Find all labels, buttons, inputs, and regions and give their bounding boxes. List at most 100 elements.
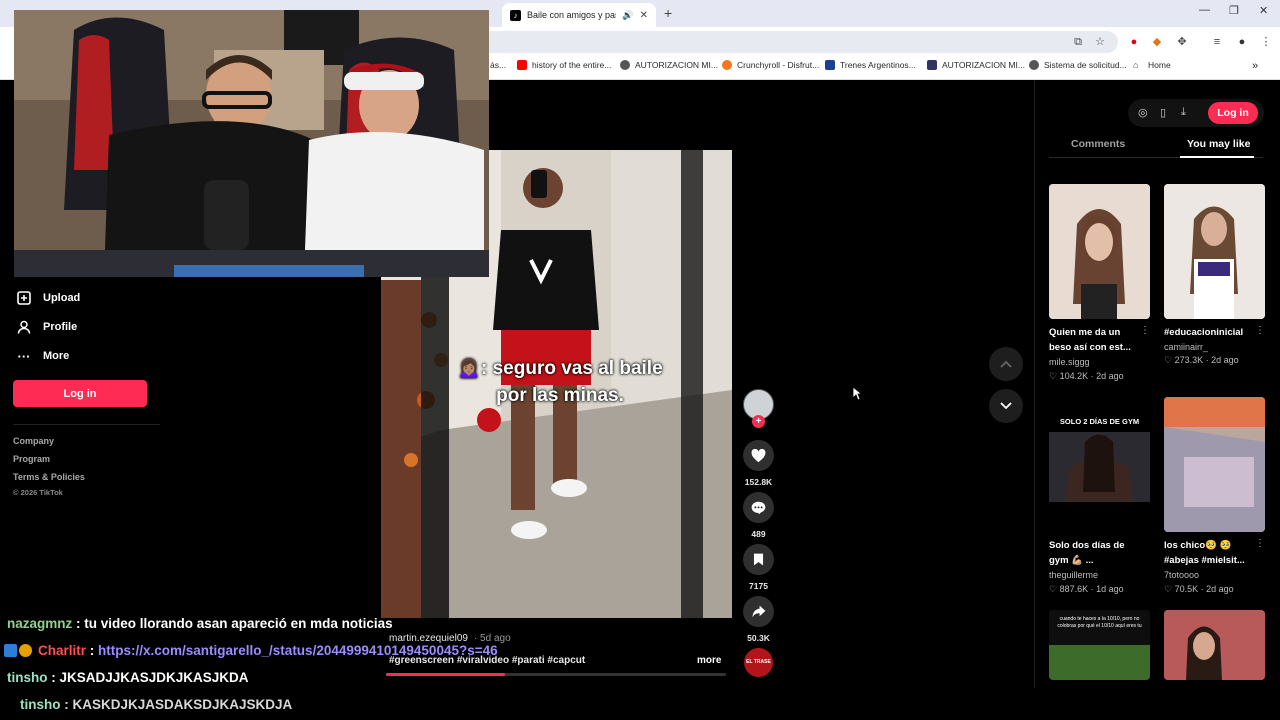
video-progress-bar[interactable] [386,673,726,676]
recommended-title[interactable]: Quien me da un beso así con est... [1049,325,1144,355]
recommended-author[interactable]: 7totoooo [1164,570,1199,580]
video-caption-line1: 🙍🏽‍♀️: seguro vas al baile [457,358,663,379]
crunchyroll-icon [722,60,732,70]
recommended-thumbnail[interactable] [1164,610,1265,680]
recommended-author[interactable]: camiinairr_ [1164,342,1208,352]
more-icon: ··· [17,348,31,364]
recommended-title[interactable]: #educacioninicial [1164,325,1259,340]
restore-icon[interactable]: ❐ [1229,4,1239,17]
recommended-thumbnail[interactable]: cuando te haces a la 10/10, pero no colo… [1049,610,1150,680]
post-age: 2d ago [1206,584,1234,594]
footer-link-program[interactable]: Program [13,454,50,464]
window-close-icon[interactable]: ✕ [1259,4,1268,17]
sidebar-divider [13,424,160,425]
speaker-icon[interactable]: 🔊 [622,10,633,21]
tab-comments[interactable]: Comments [1071,138,1125,150]
next-video-button[interactable] [989,389,1023,423]
globe-icon [620,60,630,70]
bookmark-item[interactable]: Trenes Argentinos... [825,60,916,70]
header-login-button[interactable]: Log in [1208,102,1258,124]
recommended-author[interactable]: mile.siggg [1049,357,1090,367]
home-icon: ⌂ [1133,60,1139,70]
menu-icon[interactable]: ⋮ [1258,34,1274,50]
compass-icon[interactable]: ◎ [1138,106,1148,119]
copyright: © 2026 TikTok [13,488,63,497]
chat-text: KASKDJKJASDAKSDJKAJSKDJA [72,697,293,712]
save-button[interactable] [743,544,774,575]
more-options-icon[interactable]: ⋮ [1255,325,1265,336]
more-options-icon[interactable]: ⋮ [1255,538,1265,549]
post-age: 2d ago [1096,371,1124,381]
webcam-overlay [14,10,489,277]
chevron-down-icon [1000,402,1012,410]
bookmark-item[interactable]: Crunchyroll - Disfrut... [722,60,819,70]
recommended-thumbnail[interactable] [1164,184,1265,319]
chevron-up-icon [1000,360,1012,368]
profile-avatar-icon[interactable]: ● [1234,34,1250,50]
sidebar-item-label: More [43,350,70,362]
phone-icon[interactable]: ▯ [1160,106,1166,119]
bookmark-item[interactable]: Sistema de solicitud... [1029,60,1127,70]
bookmark-item[interactable]: ⌂ Home [1133,60,1171,70]
opera-icon[interactable]: ● [1126,34,1142,50]
bookmark-label: Trenes Argentinos... [840,60,916,70]
bookmark-label: history of the entire... [532,60,612,70]
browser-tab-active[interactable]: ♪ Baile con amigos y pasos re 🔊 ✕ [502,3,656,27]
bookmark-item[interactable]: AUTORIZACION MI... [927,60,1025,70]
new-tab-button[interactable]: + [664,5,672,21]
media-icon[interactable]: ≡ [1209,34,1225,50]
like-button[interactable] [743,440,774,471]
like-count: 152.8K [744,477,773,487]
chat-username: Charlitr [38,643,87,658]
footer-link-terms[interactable]: Terms & Policies [13,472,85,482]
extension-fox-icon[interactable]: ◆ [1149,34,1165,50]
sidebar-item-profile[interactable]: Profile [16,319,77,335]
follow-button[interactable]: + [752,415,765,428]
sidebar-item-more[interactable]: ··· More [16,348,70,364]
more-bookmarks-button[interactable]: » [1252,60,1258,72]
footer-link-company[interactable]: Company [13,436,54,446]
puzzle-icon[interactable]: ✥ [1174,34,1190,50]
recommended-title[interactable]: los chico🥺 🥺 #abejas #mielsit... [1164,538,1259,568]
chat-link[interactable]: https://x.com/santigarello_/status/20449… [98,643,498,658]
tab-you-may-like[interactable]: You may like [1187,138,1250,150]
site-icon [825,60,835,70]
video-caption-line2: por las minas. [496,385,624,406]
mouse-cursor-icon [852,386,862,401]
bookmark-icon [753,553,764,566]
post-age: 1d ago [1096,584,1124,594]
minimize-icon[interactable]: — [1199,4,1210,16]
comment-icon [751,501,766,514]
recommended-thumbnail[interactable]: SOLO 2 DÍAS DE GYM [1049,397,1150,532]
right-panel [1034,80,1280,688]
sidebar-login-button[interactable]: Log in [13,380,147,407]
download-icon[interactable]: ⤓ [1181,106,1186,119]
share-button[interactable] [743,596,774,627]
close-icon[interactable]: ✕ [640,10,648,21]
music-disc[interactable]: EL TRASE [744,648,773,677]
comment-count: 489 [751,529,766,539]
active-tab-indicator [1180,156,1254,158]
more-description-button[interactable]: more [697,655,721,666]
chat-message: tinsho : KASKDJKJASDAKSDJKAJSKDJA [20,697,293,712]
tiktok-icon: ♪ [510,9,521,21]
more-options-icon[interactable]: ⋮ [1140,325,1150,336]
chat-message: nazagmnz : tu video llorando asan aparec… [7,616,393,631]
recommended-title[interactable]: Solo dos días de gym 💪🏼 ... [1049,538,1144,568]
comment-button[interactable] [743,492,774,523]
previous-video-button[interactable] [989,347,1023,381]
recommended-author[interactable]: theguillerme [1049,570,1098,580]
sidebar-item-upload[interactable]: Upload [16,290,80,306]
chat-badge-icon [4,644,17,657]
recommended-thumbnail[interactable] [1164,397,1265,532]
save-count: 7175 [749,581,768,591]
recommended-stats: ♡ 70.5K · 2d ago [1164,584,1234,594]
bookmark-prefix[interactable]: ás... [490,60,506,70]
star-icon[interactable]: ☆ [1092,34,1108,50]
recommended-thumbnail[interactable] [1049,184,1150,319]
sidebar-item-label: Profile [43,321,78,333]
site-icon [927,60,937,70]
bookmark-item[interactable]: history of the entire... [517,60,611,70]
install-icon[interactable]: ⧉ [1070,34,1086,50]
bookmark-item[interactable]: AUTORIZACION MI... [620,60,718,70]
